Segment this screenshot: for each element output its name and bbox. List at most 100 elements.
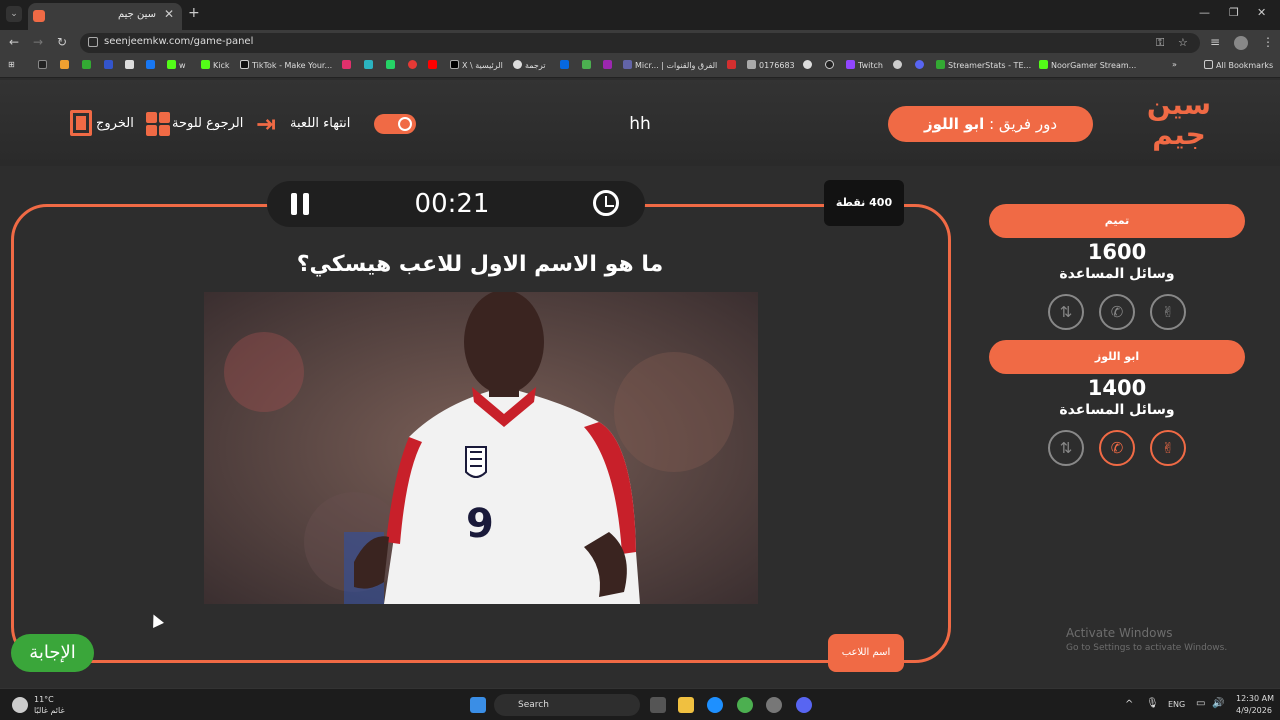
clock-date[interactable]: 4/9/2026 — [1236, 706, 1272, 715]
apps-icon[interactable]: ⊞ — [8, 60, 15, 69]
taskbar-search[interactable]: Search — [494, 694, 640, 716]
timer-display: 00:21 — [414, 189, 490, 219]
phone-call-icon[interactable]: ✆ — [1099, 294, 1135, 330]
back-to-board-link[interactable]: الرجوع للوحة — [172, 116, 243, 131]
activate-windows-subtitle: Go to Settings to activate Windows. — [1066, 643, 1228, 653]
more-bookmarks-icon[interactable]: » — [1172, 60, 1177, 69]
reset-timer-icon[interactable] — [593, 190, 619, 216]
back-icon[interactable]: ← — [9, 35, 19, 49]
bookmark-icon[interactable] — [146, 60, 158, 70]
minimize-icon[interactable]: — — [1199, 6, 1210, 19]
timer-bar: 00:21 — [267, 181, 645, 227]
network-icon[interactable]: ▭ — [1196, 698, 1205, 709]
category-button[interactable]: اسم اللاعب — [828, 634, 904, 672]
team-name-pill: تميم — [989, 204, 1245, 238]
bookmark-icon[interactable] — [60, 60, 72, 70]
chrome-icon[interactable] — [737, 697, 753, 713]
task-view-icon[interactable] — [650, 697, 666, 713]
language-indicator[interactable]: ENG — [1168, 700, 1185, 709]
window-close-icon[interactable]: ✕ — [1257, 6, 1266, 19]
bookmark-icon[interactable] — [104, 60, 116, 70]
forward-icon[interactable]: → — [33, 35, 43, 49]
weather-icon[interactable] — [12, 697, 28, 713]
logo: سين جيم — [1146, 88, 1212, 151]
svg-text:9: 9 — [466, 501, 494, 547]
bookmark-icon[interactable] — [582, 60, 594, 70]
bookmark-icon[interactable] — [893, 60, 905, 70]
profile-avatar[interactable] — [1234, 36, 1248, 50]
bookmark-streamerstats[interactable]: StreamerStats - TE... — [936, 60, 1031, 70]
bookmark-tiktok[interactable]: TikTok - Make Your... — [240, 60, 332, 70]
bookmark-0176683[interactable]: 0176683 — [747, 60, 795, 70]
phone-call-icon[interactable]: ✆ — [1099, 430, 1135, 466]
end-game-toggle[interactable] — [374, 114, 416, 134]
media-icon[interactable]: ≡ — [1210, 35, 1220, 49]
bookmark-icon[interactable] — [82, 60, 94, 70]
bookmark-icon[interactable] — [364, 60, 376, 70]
end-game-link[interactable]: انتهاء اللعبة — [290, 116, 350, 131]
exit-link[interactable]: الخروج — [96, 116, 134, 131]
bookmark-icon[interactable] — [825, 60, 837, 70]
weather-temp[interactable]: 11°C — [34, 695, 54, 704]
menu-icon[interactable]: ⋮ — [1262, 35, 1274, 49]
file-explorer-icon[interactable] — [678, 697, 694, 713]
bookmark-icon[interactable] — [386, 60, 398, 70]
bookmark-x[interactable]: X \ الرئيسية — [450, 60, 503, 70]
windows-taskbar: 11°C غائم غالبًا Search ^ 🎙 ENG ▭ 🔊 12:3… — [0, 688, 1280, 720]
question-text: ما هو الاسم الاول للاعب هيسكي؟ — [296, 252, 664, 277]
url-text[interactable]: seenjeemkw.com/game-panel — [104, 36, 253, 47]
site-info-icon[interactable] — [88, 37, 98, 47]
reload-icon[interactable]: ↻ — [57, 35, 67, 49]
bookmark-translate[interactable]: ترجمة — [513, 60, 546, 70]
bookmark-kick[interactable]: Kick — [201, 60, 230, 70]
aids-label: وسائل المساعدة — [1059, 266, 1175, 282]
bookmark-teams[interactable]: Micr... | الفرق والقنوات — [623, 60, 717, 70]
exit-door-icon[interactable] — [70, 110, 92, 136]
bookmark-icon[interactable] — [428, 60, 440, 70]
game-header: سين جيم دور فريق : ابو اللوز hh انتهاء ا… — [0, 80, 1280, 166]
bookmark-icon[interactable] — [727, 60, 739, 70]
arrow-right-icon[interactable]: ⇥ — [256, 112, 276, 136]
browser-tabbar: ⌄ سين جيم ✕ + — ❐ ✕ — [0, 0, 1280, 30]
discord-icon[interactable] — [796, 697, 812, 713]
bookmark-star-icon[interactable]: ☆ — [1178, 36, 1188, 49]
clock-time[interactable]: 12:30 AM — [1236, 694, 1274, 703]
board-grid-icon[interactable] — [146, 112, 170, 136]
bookmark-icon[interactable] — [125, 60, 137, 70]
turn-label: دور فريق : — [989, 115, 1057, 133]
bookmark-w[interactable]: w — [167, 60, 186, 70]
weather-desc[interactable]: غائم غالبًا — [34, 706, 65, 715]
tab-list-button[interactable]: ⌄ — [6, 6, 22, 22]
aids-label: وسائل المساعدة — [1059, 402, 1175, 418]
app-icon[interactable] — [766, 697, 782, 713]
swap-question-icon[interactable]: ⇅ — [1048, 430, 1084, 466]
pause-icon[interactable] — [291, 193, 311, 215]
bookmark-icon[interactable] — [408, 60, 420, 70]
two-answers-icon[interactable]: ✌ — [1150, 430, 1186, 466]
turn-team: ابو اللوز — [923, 115, 985, 133]
close-tab-icon[interactable]: ✕ — [164, 7, 174, 21]
volume-icon[interactable]: 🔊 — [1212, 698, 1224, 709]
tab-title: سين جيم — [117, 9, 156, 20]
new-tab-icon[interactable]: + — [188, 5, 200, 21]
start-icon[interactable] — [470, 697, 486, 713]
bookmark-noorgamer[interactable]: NoorGamer Stream... — [1039, 60, 1136, 70]
browser-tab[interactable]: سين جيم ✕ — [28, 3, 182, 30]
edge-icon[interactable] — [707, 697, 723, 713]
bookmark-twitch[interactable]: Twitch — [846, 60, 883, 70]
bookmark-icon[interactable] — [38, 60, 50, 70]
bookmark-icon[interactable] — [603, 60, 615, 70]
omnibox[interactable]: seenjeemkw.com/game-panel ⚿ ☆ — [80, 33, 1200, 53]
chevron-up-icon[interactable]: ^ — [1125, 699, 1133, 710]
password-key-icon[interactable]: ⚿ — [1156, 36, 1164, 50]
bookmark-icon[interactable] — [560, 60, 572, 70]
two-answers-icon[interactable]: ✌ — [1150, 294, 1186, 330]
bookmark-icon[interactable] — [915, 60, 927, 70]
bookmark-icon[interactable] — [803, 60, 815, 70]
answer-button[interactable]: الإجابة — [11, 634, 94, 672]
restore-icon[interactable]: ❐ — [1229, 6, 1239, 19]
swap-question-icon[interactable]: ⇅ — [1048, 294, 1084, 330]
microphone-icon[interactable]: 🎙 — [1146, 698, 1159, 709]
all-bookmarks[interactable]: All Bookmarks — [1204, 60, 1273, 70]
bookmark-icon[interactable] — [342, 60, 354, 70]
